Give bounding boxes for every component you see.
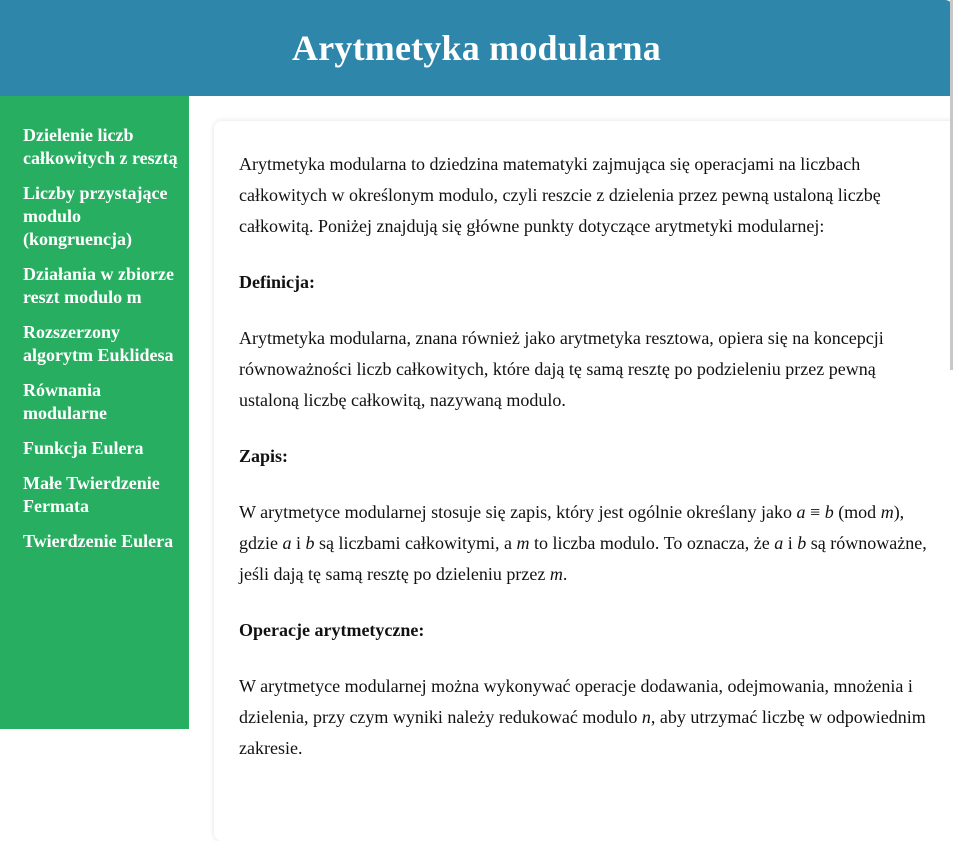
operations-paragraph: W arytmetyce modularnej można wykonywać … [239,671,934,764]
text-span: i [291,533,306,553]
math-var: a [774,533,784,553]
sidebar-item-kongruencja[interactable]: Liczby przystające modulo (kongruencja) [23,182,179,251]
page-header: Arytmetyka modularna [0,0,953,96]
text-span: to liczba modulo. To oznacza, że [529,533,775,553]
text-span: W arytmetyce modularnej stosuje się zapi… [239,502,797,522]
sidebar-item-funkcja-eulera[interactable]: Funkcja Eulera [23,437,179,460]
content-card: Arytmetyka modularna to dziedzina matema… [214,121,953,841]
text-span: i [783,533,798,553]
math-var: m [549,564,563,584]
text-span: ≡ [805,502,825,522]
text-span: (mod [833,502,881,522]
text-span: . [562,564,568,584]
sidebar-item-rownania[interactable]: Równania modularne [23,379,179,425]
sidebar-item-euklides[interactable]: Rozszerzony algorytm Euklidesa [23,321,179,367]
definition-paragraph: Arytmetyka modularna, znana również jako… [239,328,884,410]
math-var: b [824,502,834,522]
sidebar-item-fermat[interactable]: Małe Twierdzenie Fermata [23,472,179,518]
sidebar-item-twierdzenie-eulera[interactable]: Twierdzenie Eulera [23,530,179,553]
page-title: Arytmetyka modularna [292,28,661,68]
math-var: n [641,707,651,727]
math-var: m [880,502,894,522]
math-var: b [797,533,807,553]
math-var: a [796,502,806,522]
math-var: b [305,533,315,553]
sidebar-item-dzialania[interactable]: Działania w zbiorze reszt modulo m [23,263,179,309]
math-var: m [516,533,530,553]
sidebar-item-dzielenie[interactable]: Dzielenie liczb całkowitych z resztą [23,124,179,170]
sidebar-nav: Dzielenie liczb całkowitych z resztą Lic… [0,96,189,729]
operations-heading: Operacje arytmetyczne: [239,620,425,640]
notation-heading: Zapis: [239,446,289,466]
intro-paragraph: Arytmetyka modularna to dziedzina matema… [239,154,881,236]
notation-paragraph: W arytmetyce modularnej stosuje się zapi… [239,497,934,590]
text-span: są liczbami całkowitymi, a [314,533,517,553]
definition-heading: Definicja: [239,272,315,292]
